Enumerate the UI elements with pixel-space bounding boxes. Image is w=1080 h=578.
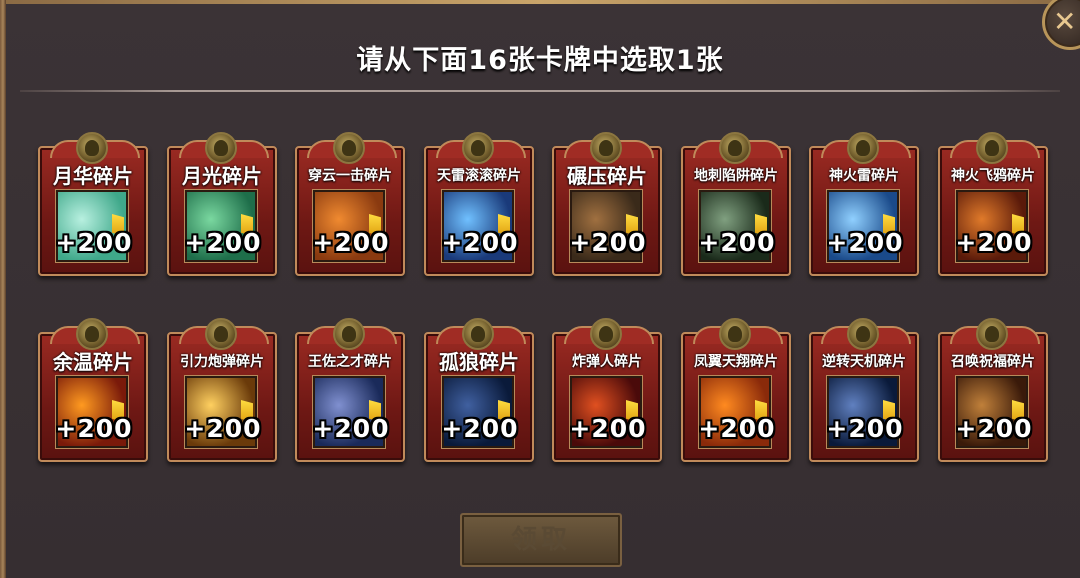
card-name: 穿云一击碎片 <box>308 168 392 184</box>
card-name: 召唤祝福碎片 <box>951 354 1035 370</box>
dialog-title: 请从下面16张卡牌中选取1张 <box>356 45 724 76</box>
card-quantity: +200 <box>184 228 262 257</box>
card-name: 神火雷碎片 <box>829 168 899 184</box>
shard-card[interactable]: 炸弹人碎片 +200 <box>552 318 662 462</box>
card-quantity: +200 <box>955 414 1033 443</box>
card-emblem-icon <box>719 318 751 350</box>
card-emblem-icon <box>719 132 751 164</box>
card-quantity: +200 <box>441 228 519 257</box>
card-quantity: +200 <box>569 414 647 443</box>
card-emblem-icon <box>333 318 365 350</box>
card-quantity: +200 <box>826 228 904 257</box>
card-name: 炸弹人碎片 <box>572 354 642 370</box>
card-name: 孤狼碎片 <box>439 350 519 374</box>
card-name: 凤翼天翔碎片 <box>694 354 778 370</box>
shard-card[interactable]: 神火飞鸦碎片 +200 <box>938 132 1048 276</box>
close-icon: ✕ <box>1053 5 1077 38</box>
card-name: 地刺陷阱碎片 <box>694 168 778 184</box>
card-name: 神火飞鸦碎片 <box>951 168 1035 184</box>
claim-button[interactable]: 领取 <box>460 513 622 567</box>
shard-card[interactable]: 天雷滚滚碎片 +200 <box>424 132 534 276</box>
card-quantity: +200 <box>55 414 133 443</box>
shard-card[interactable]: 碾压碎片 +200 <box>552 132 662 276</box>
card-emblem-icon <box>590 318 622 350</box>
card-emblem-icon <box>976 132 1008 164</box>
shard-card[interactable]: 穿云一击碎片 +200 <box>295 132 405 276</box>
frame-left-border <box>0 0 6 578</box>
shard-card[interactable]: 月华碎片 +200 <box>38 132 148 276</box>
shard-card[interactable]: 逆转天机碎片 +200 <box>809 318 919 462</box>
card-quantity: +200 <box>569 228 647 257</box>
card-emblem-icon <box>847 132 879 164</box>
shard-card[interactable]: 凤翼天翔碎片 +200 <box>681 318 791 462</box>
card-name: 逆转天机碎片 <box>822 354 906 370</box>
card-quantity: +200 <box>55 228 133 257</box>
card-quantity: +200 <box>698 228 776 257</box>
title-divider <box>20 90 1060 92</box>
card-emblem-icon <box>462 132 494 164</box>
card-quantity: +200 <box>312 414 390 443</box>
card-name: 月光碎片 <box>182 164 262 188</box>
card-emblem-icon <box>976 318 1008 350</box>
shard-card[interactable]: 孤狼碎片 +200 <box>424 318 534 462</box>
shard-card[interactable]: 地刺陷阱碎片 +200 <box>681 132 791 276</box>
frame-top-border <box>0 0 1080 4</box>
card-quantity: +200 <box>441 414 519 443</box>
shard-card[interactable]: 召唤祝福碎片 +200 <box>938 318 1048 462</box>
shard-card[interactable]: 月光碎片 +200 <box>167 132 277 276</box>
card-quantity: +200 <box>184 414 262 443</box>
card-name: 引力炮弹碎片 <box>180 354 264 370</box>
shard-card[interactable]: 王佐之才碎片 +200 <box>295 318 405 462</box>
card-name: 碾压碎片 <box>567 164 647 188</box>
card-name: 余温碎片 <box>53 350 133 374</box>
card-name: 天雷滚滚碎片 <box>437 168 521 184</box>
card-quantity: +200 <box>826 414 904 443</box>
shard-card[interactable]: 余温碎片 +200 <box>38 318 148 462</box>
dialog-panel <box>0 0 1080 578</box>
shard-card[interactable]: 引力炮弹碎片 +200 <box>167 318 277 462</box>
card-name: 王佐之才碎片 <box>308 354 392 370</box>
card-name: 月华碎片 <box>53 164 133 188</box>
card-emblem-icon <box>847 318 879 350</box>
card-quantity: +200 <box>312 228 390 257</box>
card-quantity: +200 <box>698 414 776 443</box>
shard-card[interactable]: 神火雷碎片 +200 <box>809 132 919 276</box>
card-emblem-icon <box>333 132 365 164</box>
card-emblem-icon <box>205 318 237 350</box>
card-quantity: +200 <box>955 228 1033 257</box>
